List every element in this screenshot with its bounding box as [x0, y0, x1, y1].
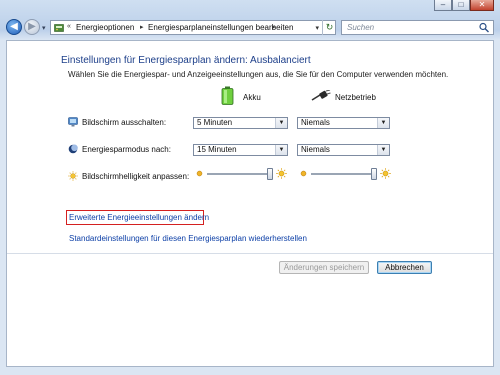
slider-track: [207, 173, 273, 175]
search-box[interactable]: Suchen: [341, 20, 494, 35]
breadcrumb-separator-icon[interactable]: ▸: [140, 23, 144, 31]
back-arrow-icon: ◀: [10, 21, 18, 32]
selected-value: Niemals: [301, 118, 330, 127]
page-description: Wählen Sie die Energiespar- und Anzeigee…: [68, 70, 449, 79]
page-heading: Einstellungen für Energiesparplan ändern…: [61, 55, 311, 66]
slider-thumb[interactable]: [267, 168, 273, 180]
control-panel-icon: [54, 24, 64, 32]
refresh-icon: ↻: [325, 22, 334, 32]
chevron-down-icon: ▼: [275, 118, 287, 128]
address-overflow-chevron[interactable]: «: [67, 23, 71, 30]
minimize-button[interactable]: –: [434, 0, 452, 11]
chevron-down-icon: ▼: [377, 118, 389, 128]
slider-thumb[interactable]: [371, 168, 377, 180]
chevron-down-icon: ▼: [377, 145, 389, 155]
restore-defaults-link[interactable]: Standardeinstellungen für diesen Energie…: [69, 234, 307, 243]
refresh-button[interactable]: ↻: [322, 20, 336, 35]
explorer-window: – □ ✕ ◀ ▶ ▾ « Energieoptionen ▸ Energies…: [0, 0, 500, 375]
selected-value: 15 Minuten: [197, 145, 237, 154]
row-label-display-off: Bildschirm ausschalten:: [82, 118, 167, 127]
advanced-settings-link[interactable]: Erweiterte Energieeinstellungen ändern: [69, 213, 209, 222]
navigation-bar: ◀ ▶ ▾ « Energieoptionen ▸ Energiesparpla…: [0, 14, 500, 42]
brightness-battery-slider[interactable]: [207, 167, 273, 181]
row-label-brightness: Bildschirmhelligkeit anpassen:: [82, 172, 190, 181]
slider-track: [311, 173, 377, 175]
selected-value: 5 Minuten: [197, 118, 233, 127]
brightness-plugged-slider[interactable]: [311, 167, 377, 181]
selected-value: Niemals: [301, 145, 330, 154]
sleep-moon-icon: [68, 144, 78, 154]
save-changes-button[interactable]: Änderungen speichern: [279, 261, 369, 274]
brightness-sun-icon: [68, 171, 78, 181]
sleep-plugged-select[interactable]: Niemals ▼: [297, 144, 390, 156]
chevron-down-icon: ▼: [275, 145, 287, 155]
address-history-chevron-icon[interactable]: ▾: [315, 24, 319, 32]
back-button[interactable]: ◀: [6, 19, 22, 35]
footer-divider: [7, 253, 493, 254]
recent-pages-dropdown[interactable]: ▾: [42, 24, 46, 32]
monitor-icon: [68, 117, 78, 127]
address-bar[interactable]: « Energieoptionen ▸ Energiesparplaneinst…: [50, 20, 336, 35]
brightness-high-icon: [276, 168, 287, 179]
brightness-high-icon: [380, 168, 391, 179]
row-label-sleep: Energiesparmodus nach:: [82, 145, 171, 154]
breadcrumb-energieoptionen[interactable]: Energieoptionen: [76, 23, 134, 32]
search-placeholder: Suchen: [347, 23, 375, 32]
title-bar: – □ ✕: [0, 0, 500, 12]
maximize-button[interactable]: □: [452, 0, 470, 11]
forward-arrow-icon: ▶: [28, 21, 36, 32]
display-off-plugged-select[interactable]: Niemals ▼: [297, 117, 390, 129]
breadcrumb-separator-icon[interactable]: ▸: [272, 23, 276, 31]
power-plug-icon: [311, 90, 331, 101]
forward-button[interactable]: ▶: [24, 19, 40, 35]
brightness-low-icon: [196, 170, 203, 177]
column-battery-label: Akku: [243, 93, 261, 102]
sleep-battery-select[interactable]: 15 Minuten ▼: [193, 144, 288, 156]
column-plugged-label: Netzbetrieb: [335, 93, 376, 102]
battery-icon: [221, 86, 234, 105]
search-icon[interactable]: [478, 22, 490, 33]
brightness-low-icon: [300, 170, 307, 177]
content-pane: [6, 40, 494, 367]
cancel-button[interactable]: Abbrechen: [377, 261, 432, 274]
display-off-battery-select[interactable]: 5 Minuten ▼: [193, 117, 288, 129]
close-button[interactable]: ✕: [470, 0, 494, 11]
